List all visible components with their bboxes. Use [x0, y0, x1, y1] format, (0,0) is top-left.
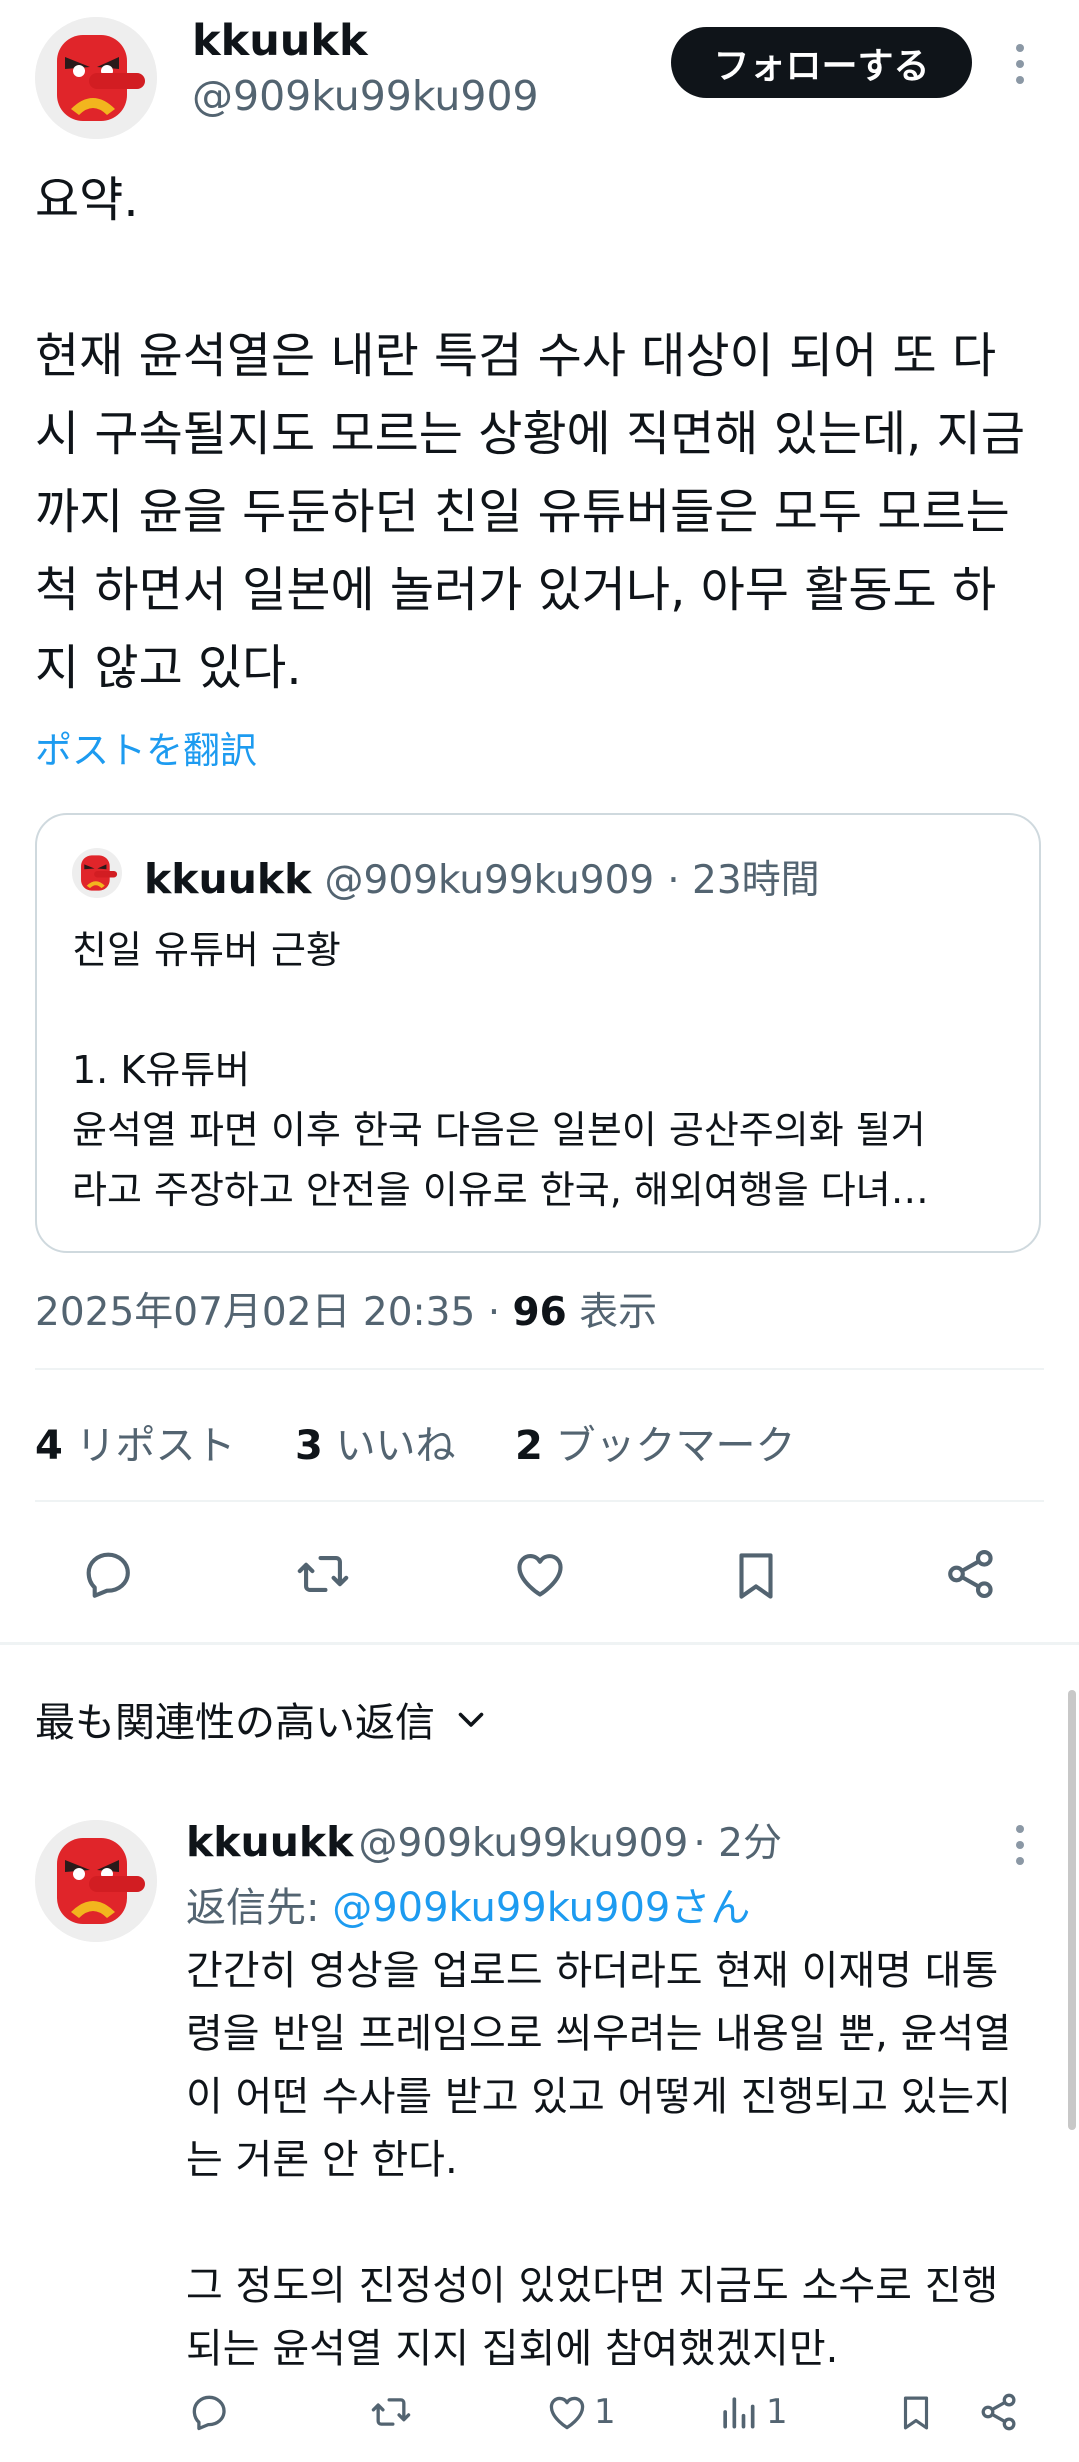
bookmarks-stat[interactable]: 2 ブックマーク — [515, 1423, 796, 1469]
heart-icon — [549, 2396, 585, 2430]
tweet-timestamp[interactable]: 2025年07月02日 20:35 · — [35, 1290, 512, 1335]
tweet-meta: 2025年07月02日 20:35 · 96 表示 — [35, 1281, 657, 1337]
bookmark-icon[interactable] — [727, 1545, 785, 1607]
quote-text: 친일 유튜버 근황 1. K유튜버 윤석열 파면 이후 한국 다음은 일본이 공… — [72, 928, 929, 1212]
heart-icon[interactable] — [509, 1545, 571, 1603]
views-icon — [723, 2397, 755, 2429]
stats-row: 4 リポスト 3 いいね 2 ブックマーク — [35, 1413, 796, 1471]
divider — [35, 1368, 1044, 1370]
reply-views-button[interactable]: 1 — [716, 2390, 788, 2434]
reply-views-count: 1 — [766, 2392, 788, 2432]
reply-like-button[interactable]: 1 — [544, 2390, 616, 2434]
views-label: 表示 — [566, 1290, 658, 1335]
section-separator — [0, 1642, 1079, 1645]
reply-like-count: 1 — [594, 2392, 616, 2432]
reply-author-name[interactable]: kkuukk — [186, 1818, 353, 1866]
follow-button[interactable]: フォローする — [671, 27, 972, 98]
share-icon[interactable] — [976, 2390, 1022, 2434]
more-icon[interactable] — [1016, 44, 1026, 84]
reply-time[interactable]: · 2分 — [693, 1821, 782, 1866]
reply-icon[interactable] — [186, 2390, 232, 2434]
replies-sort-dropdown[interactable]: 最も関連性の高い返信 — [35, 1690, 489, 1748]
author-avatar[interactable] — [35, 17, 157, 139]
author-handle[interactable]: @909ku99ku909 — [192, 72, 539, 120]
replies-sort-label: 最も関連性の高い返信 — [35, 1700, 435, 1746]
reply-avatar[interactable] — [35, 1820, 157, 1942]
reply-text: 간간히 영상을 업로드 하더라도 현재 이재명 대통 령을 반일 프레임으로 씌… — [186, 1948, 1012, 2372]
divider — [35, 1500, 1044, 1502]
likes-stat[interactable]: 3 いいね — [295, 1423, 456, 1469]
quote-time: · 23時間 — [667, 858, 820, 903]
reply-to-line: 返信先: @909ku99ku909さん — [186, 1885, 751, 1931]
tengu-avatar-icon — [81, 855, 118, 891]
tengu-avatar-icon — [35, 17, 157, 139]
bookmark-icon[interactable] — [895, 2390, 937, 2436]
repost-icon[interactable] — [290, 1545, 356, 1603]
more-icon[interactable] — [1016, 1825, 1026, 1865]
chevron-down-icon — [458, 1712, 484, 1727]
repost-icon[interactable] — [366, 2390, 416, 2434]
reply-to-mention[interactable]: @909ku99ku909さん — [332, 1885, 750, 1931]
translate-link[interactable]: ポストを翻訳 — [35, 720, 257, 774]
reply-icon[interactable] — [77, 1545, 139, 1603]
share-icon[interactable] — [940, 1545, 1002, 1603]
author-name[interactable]: kkuukk — [192, 16, 368, 66]
tengu-avatar-icon — [35, 1820, 157, 1942]
quote-author-handle: @909ku99ku909 — [324, 858, 655, 903]
views-count: 96 — [512, 1290, 567, 1335]
quote-avatar — [72, 848, 122, 898]
quote-author-name: kkuukk — [144, 855, 312, 903]
tweet-body: 요약. 현재 윤석열은 내란 특검 수사 대상이 되어 또 다 시 구속될지도 … — [35, 172, 1026, 696]
scrollbar[interactable] — [1068, 1690, 1076, 2130]
reposts-stat[interactable]: 4 リポスト — [35, 1423, 236, 1469]
reply-author-handle[interactable]: @909ku99ku909 — [359, 1821, 689, 1866]
